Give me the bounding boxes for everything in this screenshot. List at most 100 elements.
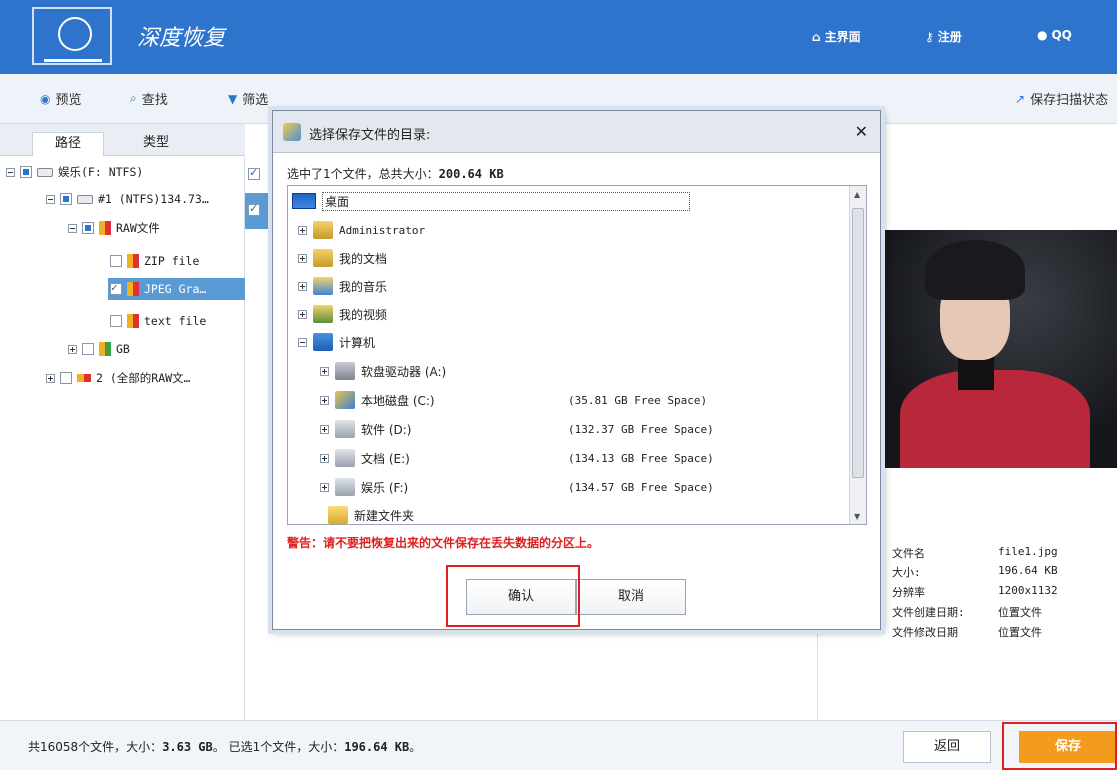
expand-icon[interactable]: [46, 373, 55, 383]
close-icon[interactable]: ✕: [855, 122, 868, 141]
filter-icon: ▼: [228, 91, 238, 106]
dir-documents-e[interactable]: 文档 (E:): [320, 447, 410, 469]
hard-drive-icon: [335, 478, 355, 496]
info-label-modified: 文件修改日期: [892, 626, 958, 639]
dir-software-d[interactable]: 软件 (D:): [320, 418, 411, 440]
tree-node-raw-files[interactable]: RAW文件: [68, 217, 160, 239]
folder-icon: [127, 254, 139, 268]
qq-icon: ●: [1037, 28, 1048, 42]
dialog-title: 选择保存文件的目录:: [309, 128, 431, 143]
eye-icon: ◉: [40, 91, 51, 106]
collapse-icon[interactable]: [68, 223, 77, 233]
dir-local-disk-c[interactable]: 本地磁盘 (C:): [320, 389, 435, 411]
tree-node-entertainment[interactable]: 娱乐(F: NTFS): [6, 161, 143, 183]
tree-node-jpeg[interactable]: JPEG Gra…: [108, 278, 245, 300]
left-tabs: 路径 类型: [0, 124, 245, 156]
search-icon: ⌕: [130, 91, 137, 105]
nav-register[interactable]: ⚷ 注册: [925, 28, 962, 45]
scroll-down-icon[interactable]: ▼: [854, 512, 860, 521]
partition-tree: 娱乐(F: NTFS) #1 (NTFS)134.73… RAW文件 ZIP f…: [0, 157, 245, 720]
cancel-button[interactable]: 取消: [576, 579, 686, 615]
scroll-up-icon[interactable]: ▲: [854, 190, 860, 199]
expand-icon[interactable]: [320, 482, 329, 492]
drive-icon: [37, 167, 53, 177]
dir-new-folder[interactable]: 新建文件夹: [328, 504, 414, 524]
free-space-f: (134.57 GB Free Space): [568, 481, 714, 494]
user-folder-icon: [313, 221, 333, 239]
dir-floppy-a[interactable]: 软盘驱动器 (A:): [320, 360, 446, 382]
info-label-created: 文件创建日期:: [892, 606, 965, 619]
tree-checkbox[interactable]: [110, 281, 122, 295]
hard-drive-icon: [335, 420, 355, 438]
save-directory-dialog: 选择保存文件的目录: ✕ 选中了1个文件，总共大小：200.64 KB 桌面 A…: [272, 110, 881, 630]
tree-node-text[interactable]: text file: [110, 310, 206, 332]
back-button[interactable]: 返回: [903, 731, 991, 763]
dir-desktop[interactable]: 桌面: [292, 190, 690, 212]
app-title: 深度恢复: [137, 26, 226, 51]
collapse-icon[interactable]: [298, 337, 307, 347]
collapse-icon[interactable]: [6, 167, 15, 177]
dir-my-music[interactable]: 我的音乐: [298, 275, 387, 297]
info-value-size: 196.64 KB: [998, 564, 1058, 577]
filter-button[interactable]: ▼ 筛选: [228, 89, 268, 109]
directory-scrollbar[interactable]: ▲ ▼: [849, 186, 866, 524]
directory-tree[interactable]: 桌面 Administrator 我的文档 我的音乐 我的视频 计算机 软盘驱动…: [287, 185, 867, 525]
export-icon: ↗: [1015, 91, 1026, 106]
info-label-size: 大小:: [892, 566, 921, 579]
info-value-filename: file1.jpg: [998, 545, 1058, 558]
tree-checkbox[interactable]: [60, 193, 72, 205]
preview-button[interactable]: ◉ 预览: [40, 89, 82, 109]
tree-checkbox[interactable]: [60, 372, 72, 384]
app-logo: [32, 7, 112, 65]
home-icon: ⌂: [812, 29, 821, 44]
tree-node-zip[interactable]: ZIP file: [110, 250, 199, 272]
tree-node-partition-2[interactable]: 2 (全部的RAW文…: [46, 367, 190, 389]
dir-my-videos[interactable]: 我的视频: [298, 303, 387, 325]
floppy-drive-icon: [335, 362, 355, 380]
tree-checkbox[interactable]: [20, 166, 32, 178]
file-list-checkbox[interactable]: [248, 202, 260, 216]
save-scan-state-button[interactable]: ↗ 保存扫描状态: [1015, 89, 1108, 109]
folder-icon: [328, 506, 348, 524]
expand-icon[interactable]: [298, 225, 307, 235]
music-folder-icon: [313, 277, 333, 295]
image-preview: [880, 230, 1117, 468]
tree-node-partition-1[interactable]: #1 (NTFS)134.73…: [46, 188, 209, 210]
tree-node-gb[interactable]: GB: [68, 338, 130, 360]
tree-checkbox[interactable]: [82, 343, 94, 355]
expand-icon[interactable]: [320, 424, 329, 434]
expand-icon[interactable]: [320, 453, 329, 463]
folder-icon: [99, 342, 111, 356]
collapse-icon[interactable]: [46, 194, 55, 204]
tab-path[interactable]: 路径: [32, 132, 104, 156]
system-drive-icon: [335, 391, 355, 409]
app-header: 深度恢复 ⌂ 主界面 ⚷ 注册 ● QQ: [0, 0, 1117, 74]
tree-checkbox[interactable]: [82, 222, 94, 234]
folder-icon: [127, 314, 139, 328]
dialog-titlebar: 选择保存文件的目录: ✕: [273, 111, 880, 153]
free-space-d: (132.37 GB Free Space): [568, 423, 714, 436]
search-button[interactable]: ⌕ 查找: [130, 89, 168, 108]
tree-checkbox[interactable]: [110, 255, 122, 267]
expand-icon[interactable]: [298, 281, 307, 291]
computer-icon: [313, 333, 333, 351]
expand-icon[interactable]: [320, 395, 329, 405]
scroll-thumb[interactable]: [852, 208, 864, 478]
expand-icon[interactable]: [320, 366, 329, 376]
tree-checkbox[interactable]: [110, 315, 122, 327]
expand-icon[interactable]: [298, 309, 307, 319]
dir-administrator[interactable]: Administrator: [298, 219, 425, 241]
hard-drive-icon: [335, 449, 355, 467]
expand-icon[interactable]: [298, 253, 307, 263]
file-list-checkbox[interactable]: [248, 166, 260, 180]
dir-my-documents[interactable]: 我的文档: [298, 247, 387, 269]
nav-qq[interactable]: ● QQ: [1037, 28, 1072, 42]
info-value-created: 位置文件: [998, 606, 1042, 619]
clock-icon: [58, 17, 92, 51]
tab-type[interactable]: 类型: [120, 132, 192, 156]
dir-entertainment-f[interactable]: 娱乐 (F:): [320, 476, 408, 498]
dir-computer[interactable]: 计算机: [298, 331, 375, 353]
expand-icon[interactable]: [68, 344, 77, 354]
nav-home[interactable]: ⌂ 主界面: [812, 28, 861, 45]
folder-icon: [127, 282, 139, 296]
